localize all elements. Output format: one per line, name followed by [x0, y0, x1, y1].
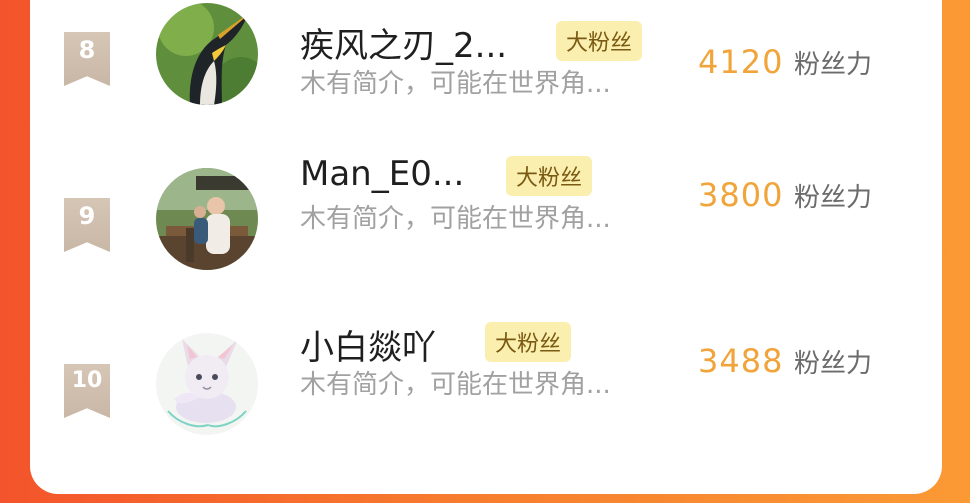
- cartoon-creature-icon: [156, 333, 258, 435]
- list-item[interactable]: 9 Man_E0... 大粉丝 木有简介，可能在世界角... 3800 粉丝力: [30, 136, 942, 270]
- penguin-avatar[interactable]: [156, 3, 258, 105]
- fan-ranking-card: 8 疾风之刃_2... 大粉丝 木有简介，可能在世界角... 4120 粉丝力 …: [30, 0, 942, 494]
- user-intro: 木有简介，可能在世界角...: [300, 204, 611, 234]
- rank-badge: 8: [64, 32, 110, 86]
- user-intro: 木有简介，可能在世界角...: [300, 370, 611, 400]
- big-fan-badge: 大粉丝: [506, 156, 593, 196]
- user-intro: 木有简介，可能在世界角...: [300, 69, 611, 99]
- cartoon-creature-avatar[interactable]: [156, 333, 258, 435]
- penguin-icon: [156, 3, 258, 105]
- rank-number: 10: [71, 368, 103, 393]
- fan-score-unit: 粉丝力: [794, 50, 873, 80]
- rank-number: 8: [78, 36, 96, 64]
- fan-score: 4120: [698, 43, 784, 81]
- user-name[interactable]: Man_E0...: [300, 154, 464, 194]
- fan-score: 3488: [698, 342, 784, 380]
- list-item[interactable]: 8 疾风之刃_2... 大粉丝 木有简介，可能在世界角... 4120 粉丝力: [30, 0, 942, 105]
- big-fan-badge: 大粉丝: [485, 322, 572, 362]
- fan-score-unit: 粉丝力: [794, 349, 873, 379]
- user-name[interactable]: 小白燚吖: [300, 320, 436, 369]
- list-item[interactable]: 10 小白燚吖 大粉丝 木有简介，可能在世界角... 3488 粉丝力: [30, 302, 942, 435]
- family-photo-avatar[interactable]: [156, 168, 258, 270]
- user-name[interactable]: 疾风之刃_2...: [300, 18, 507, 67]
- fan-score-unit: 粉丝力: [794, 183, 873, 213]
- rank-number: 9: [78, 202, 96, 230]
- fan-score: 3800: [698, 176, 784, 214]
- family-photo-icon: [156, 168, 258, 270]
- rank-badge: 9: [64, 198, 110, 252]
- big-fan-badge: 大粉丝: [556, 21, 643, 61]
- rank-badge: 10: [64, 364, 110, 418]
